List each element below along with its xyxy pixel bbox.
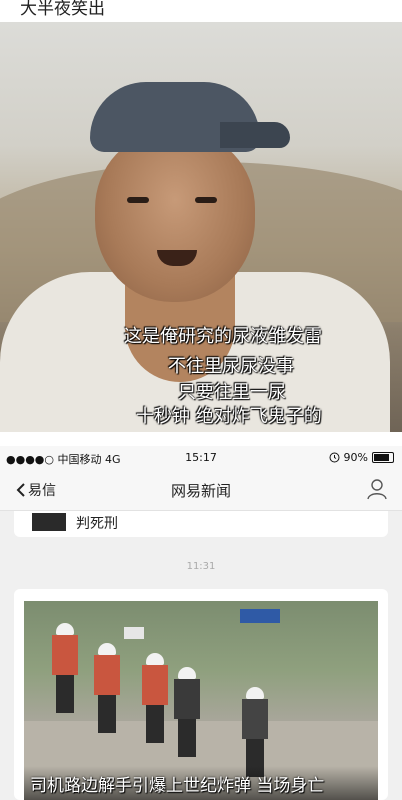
alarm-icon [329,452,340,463]
status-right-group: 90% [329,451,394,464]
top-caption-text: 大半夜笑出 [20,0,105,19]
subtitle-line-1: 这是俺研究的尿液雏发雷 [124,326,322,347]
news-headline: 司机路边解手引爆上世纪炸弹 当场身亡 [30,776,325,796]
worker-figure [142,653,168,743]
blurred-thumbnail [32,513,66,531]
user-profile-icon[interactable] [366,478,388,500]
subtitle-line-2: 不往里尿尿没事 [168,356,294,377]
previous-news-card[interactable]: 判死刑 [14,511,388,537]
worker-figure [174,667,200,757]
message-timestamp: 11:31 [186,561,216,572]
page-title: 网易新闻 [170,482,231,500]
mouth [157,250,197,266]
news-image[interactable]: 司机路边解手引爆上世纪炸弹 当场身亡 [24,601,378,800]
navigation-bar: 易信 网易新闻 [0,470,402,511]
battery-percent: 90% [343,451,368,464]
cap-brim [220,122,290,148]
previous-news-title: 判死刑 [76,516,118,532]
news-caption-bar: 司机路边解手引爆上世纪炸弹 当场身亡 [24,766,378,800]
video-still-image: 这是俺研究的尿液雏发雷 不往里尿尿没事 只要往里一尿 十秒钟 绝对炸飞鬼子的 [0,22,402,432]
road-sign [124,627,144,639]
subtitle-line-4: 十秒钟 绝对炸飞鬼子的 [136,406,322,427]
blue-sign [240,609,280,623]
chat-area[interactable]: 判死刑 11:31 司机路边解手引爆上世纪炸弹 当场身亡 [0,511,402,800]
worker-figure [242,687,268,777]
battery-icon [372,452,394,463]
section-divider [0,432,402,446]
worker-figure [52,623,78,713]
news-card[interactable]: 司机路边解手引爆上世纪炸弹 当场身亡 [14,589,388,800]
left-eye [127,197,149,203]
status-bar: ●●●●○ 中国移动 4G 15:17 90% [0,446,402,470]
right-eye [195,197,217,203]
worker-figure [94,643,120,733]
subtitle-line-3: 只要往里一尿 [178,382,286,403]
face [95,132,255,302]
top-caption: 大半夜笑出 [0,0,402,22]
